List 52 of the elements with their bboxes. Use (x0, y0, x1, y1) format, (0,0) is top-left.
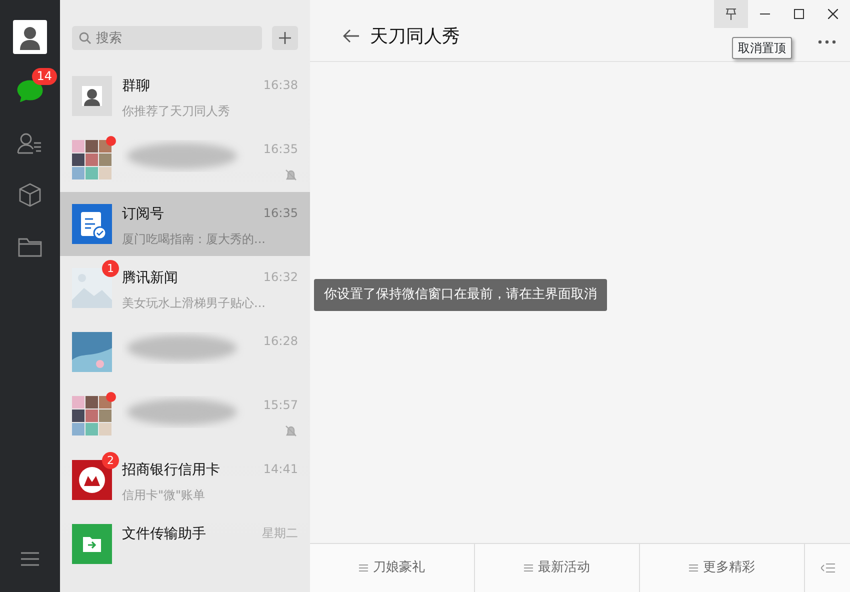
pin-button[interactable] (714, 0, 748, 28)
timestamp: 15:57 (263, 397, 298, 414)
contacts-icon[interactable] (17, 132, 43, 154)
timestamp: 14:41 (263, 461, 298, 478)
message-preview: 你推荐了天刀同人秀 (122, 103, 230, 120)
cube-icon[interactable] (18, 183, 42, 207)
chat-name: 文件传输助手 (122, 525, 206, 544)
more-icon (818, 40, 836, 44)
plus-icon (279, 32, 291, 44)
close-icon (828, 9, 838, 19)
unread-count-badge: 14 (32, 68, 57, 85)
unread-count-badge: 1 (102, 260, 119, 277)
chat-name: 群聊 (122, 77, 150, 96)
timestamp: 星期二 (262, 525, 298, 542)
list-icon (359, 564, 368, 572)
chat-list-item[interactable]: 文件传输助手 星期二 (60, 512, 310, 576)
timestamp: 16:35 (263, 205, 298, 222)
chat-list-item[interactable]: 1 腾讯新闻 美女玩水上滑梯男子贴心... 16:32 (60, 256, 310, 320)
pin-icon (725, 8, 737, 20)
chat-name: 订阅号 (122, 205, 164, 224)
message-preview: 信用卡"微"账单 (122, 487, 206, 504)
keyboard-icon (820, 563, 834, 573)
message-preview: 厦门吃喝指南：厦大秀的... (122, 231, 266, 248)
menu-tab[interactable]: 刀娘豪礼 (310, 544, 475, 592)
chat-bubble-icon[interactable] (17, 80, 43, 102)
avatar-silhouette-icon (18, 24, 42, 50)
notice-toast: 你设置了保持微信窗口在最前，请在主界面取消 (314, 279, 607, 310)
profile-avatar[interactable] (13, 20, 47, 54)
timestamp: 16:35 (263, 141, 298, 158)
timestamp: 16:28 (263, 333, 298, 350)
folder-icon[interactable] (18, 237, 42, 257)
unread-count-badge: 2 (102, 452, 119, 469)
menu-tab[interactable]: 更多精彩 (640, 544, 805, 592)
chat-name: 腾讯新闻 (122, 269, 178, 288)
back-arrow-icon (342, 28, 360, 44)
chat-list-item[interactable]: 2 招商银行信用卡 信用卡"微"账单 14:41 (60, 448, 310, 512)
timestamp: 16:32 (263, 269, 298, 286)
chat-name: 招商银行信用卡 (122, 461, 220, 480)
list-icon (524, 564, 533, 572)
chat-list-item[interactable]: 订阅号 厦门吃喝指南：厦大秀的... 16:35 (60, 192, 310, 256)
timestamp: 16:38 (263, 77, 298, 94)
search-field[interactable]: 搜索 (72, 26, 262, 50)
chat-title: 天刀同人秀 (370, 27, 460, 47)
add-button[interactable] (272, 26, 298, 50)
list-icon (689, 564, 698, 572)
maximize-icon (794, 9, 804, 19)
menu-icon[interactable] (20, 551, 40, 567)
menu-tab[interactable]: 最新活动 (475, 544, 640, 592)
tooltip: 取消置顶 (732, 37, 792, 59)
chat-list-item[interactable]: 群聊 你推荐了天刀同人秀 16:38 (60, 64, 310, 128)
message-preview: 美女玩水上滑梯男子贴心... (122, 295, 266, 312)
search-icon (79, 32, 91, 44)
